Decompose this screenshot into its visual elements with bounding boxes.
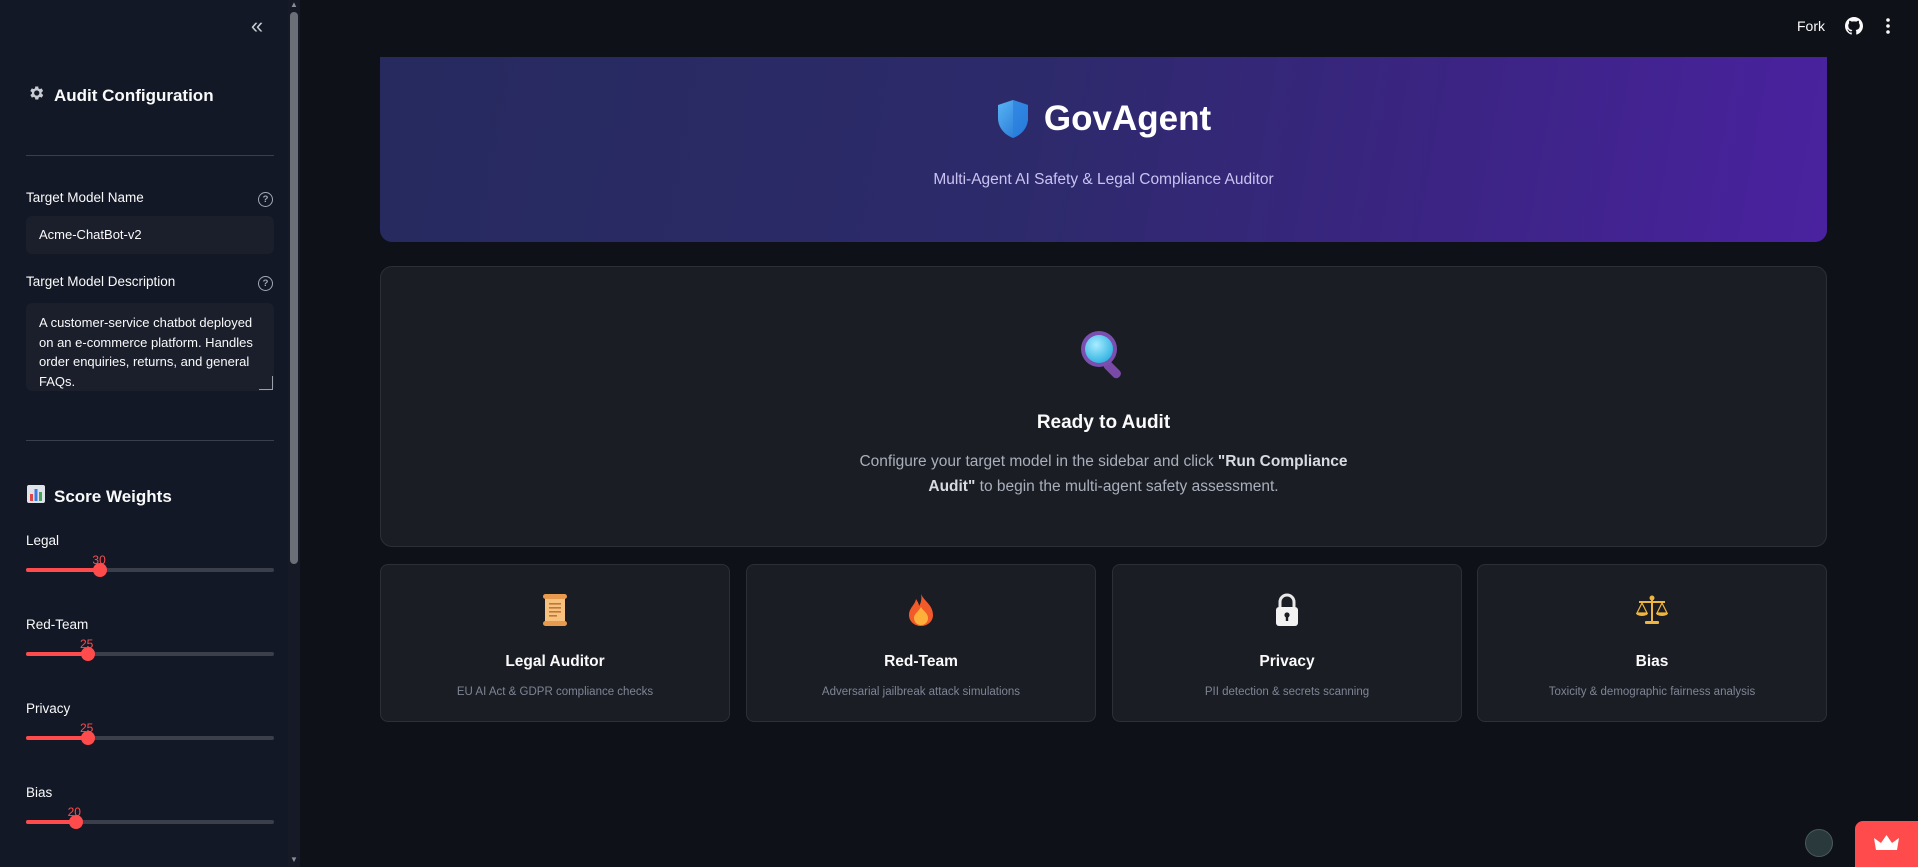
- scroll-icon: [381, 593, 729, 629]
- slider-thumb[interactable]: [81, 647, 95, 661]
- scroll-up-icon[interactable]: ▲: [289, 0, 299, 10]
- streamlit-badge[interactable]: [1855, 821, 1918, 867]
- config-heading-text: Audit Configuration: [54, 85, 214, 105]
- card-privacy: Privacy PII detection & secrets scanning: [1112, 564, 1462, 722]
- divider: [26, 155, 274, 156]
- card-title: Bias: [1635, 653, 1669, 670]
- hero-banner: GovAgent Multi-Agent AI Safety & Legal C…: [380, 57, 1827, 242]
- card-description: Toxicity & demographic fairness analysis: [1548, 686, 1756, 698]
- slider-label-red-team: Red-Team: [26, 617, 89, 632]
- shield-icon: [997, 100, 1028, 138]
- slider-thumb[interactable]: [68, 815, 83, 829]
- slider-thumb[interactable]: [93, 563, 108, 577]
- weight-slider[interactable]: [26, 647, 274, 661]
- slider-label-bias: Bias: [26, 785, 53, 800]
- card-red-team: Red-Team Adversarial jailbreak attack si…: [746, 564, 1096, 722]
- ready-description: Configure your target model in the sideb…: [855, 449, 1352, 499]
- score-weights-heading: Score Weights: [26, 485, 172, 508]
- slider-label-privacy: Privacy: [26, 701, 71, 716]
- ready-desc-before: Configure your target model in the sideb…: [859, 453, 1218, 470]
- app-title: GovAgent: [1043, 99, 1212, 138]
- collapse-sidebar-button[interactable]: «: [244, 14, 270, 40]
- slider-fill: [26, 568, 101, 572]
- ready-desc-after: to begin the multi-agent safety assessme…: [975, 478, 1279, 495]
- avatar[interactable]: [1805, 829, 1833, 857]
- weights-heading-text: Score Weights: [54, 486, 172, 506]
- fork-button[interactable]: Fork: [1797, 18, 1825, 34]
- model-name-input[interactable]: Acme-ChatBot-v2: [26, 216, 274, 254]
- card-title: Legal Auditor: [505, 653, 605, 670]
- model-description-textarea[interactable]: A customer-service chatbot deployed on a…: [26, 303, 274, 391]
- app-subtitle: Multi-Agent AI Safety & Legal Compliance…: [933, 171, 1274, 188]
- slider-thumb[interactable]: [81, 731, 95, 745]
- fire-icon: [747, 593, 1095, 629]
- bar-chart-icon: [26, 485, 46, 508]
- card-description: EU AI Act & GDPR compliance checks: [456, 686, 654, 698]
- github-icon[interactable]: [1845, 17, 1863, 35]
- card-title: Red-Team: [884, 653, 958, 670]
- weight-slider[interactable]: [26, 815, 274, 829]
- scroll-down-icon[interactable]: ▼: [289, 855, 299, 865]
- help-icon[interactable]: ?: [258, 192, 273, 207]
- help-icon[interactable]: ?: [258, 276, 273, 291]
- crown-icon: [1874, 835, 1899, 850]
- more-vertical-icon[interactable]: [1880, 17, 1896, 35]
- ready-panel: [380, 266, 1827, 547]
- slider-fill: [26, 736, 88, 740]
- weight-slider[interactable]: [26, 563, 274, 577]
- card-description: PII detection & secrets scanning: [1204, 686, 1370, 698]
- divider: [26, 440, 274, 441]
- scales-icon: [1478, 593, 1826, 629]
- lock-icon: [1113, 593, 1461, 629]
- model-description-label: Target Model Description: [26, 274, 176, 289]
- card-title: Privacy: [1259, 653, 1315, 670]
- weight-slider[interactable]: [26, 731, 274, 745]
- sidebar: « Audit Configuration Target Model Name …: [0, 0, 300, 867]
- audit-configuration-heading: Audit Configuration: [26, 84, 214, 107]
- magnifier-icon: [1081, 331, 1121, 379]
- ready-title: Ready to Audit: [1036, 412, 1171, 433]
- sidebar-scrollbar-thumb[interactable]: [290, 12, 298, 564]
- card-bias: Bias Toxicity & demographic fairness ana…: [1477, 564, 1827, 722]
- slider-label-legal: Legal: [26, 533, 60, 548]
- slider-fill: [26, 652, 88, 656]
- model-name-label: Target Model Name: [26, 190, 144, 205]
- resize-handle[interactable]: [259, 376, 273, 390]
- card-legal-auditor: Legal Auditor EU AI Act & GDPR complianc…: [380, 564, 730, 722]
- gear-icon: [26, 84, 46, 107]
- card-description: Adversarial jailbreak attack simulations: [821, 686, 1021, 698]
